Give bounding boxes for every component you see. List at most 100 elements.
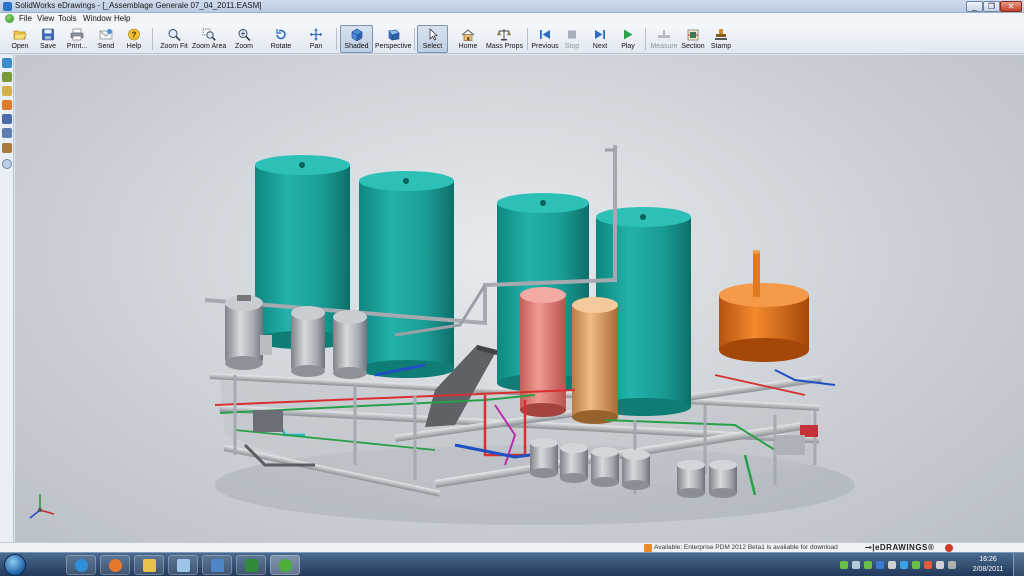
media-player-icon (109, 559, 122, 572)
section-button[interactable]: Section (680, 25, 706, 53)
edrawings-taskbar-icon (279, 559, 292, 572)
main-toolbar: Open Save Print... Send ? Help Zoom Fit … (0, 24, 1024, 54)
measure-button[interactable]: Measure (649, 25, 679, 53)
pink-tank (520, 287, 566, 417)
status-message[interactable]: Available: Enterprise PDM 2012 Beta1 is … (654, 544, 838, 551)
tray-icon[interactable] (864, 561, 872, 569)
zoom-area-button[interactable]: Zoom Area (191, 25, 227, 53)
markup-icon[interactable] (2, 100, 12, 110)
configurations-icon[interactable] (2, 72, 12, 82)
open-button[interactable]: Open (6, 25, 34, 53)
play-icon (624, 29, 633, 40)
taskbar-internet-explorer[interactable] (66, 555, 96, 575)
pan-icon (310, 28, 322, 41)
side-panel (0, 55, 14, 552)
toolbar-separator (527, 28, 528, 50)
next-button[interactable]: Next (587, 25, 613, 53)
3d-viewport[interactable] (15, 55, 1024, 552)
menu-help[interactable]: Help (114, 14, 130, 23)
start-button[interactable] (4, 554, 26, 576)
help-icon: ? (128, 28, 140, 41)
previous-button[interactable]: Previous (530, 25, 560, 53)
minimize-button[interactable]: _ (966, 1, 983, 12)
select-button[interactable]: Select (417, 25, 448, 53)
menu-tools[interactable]: Tools (58, 14, 77, 23)
tray-icon[interactable] (948, 561, 956, 569)
assembly-model[interactable] (15, 55, 1024, 552)
shaded-cube-icon (351, 28, 362, 41)
menu-view[interactable]: View (37, 14, 54, 23)
excel-icon (245, 559, 258, 572)
tray-icon[interactable] (924, 561, 932, 569)
play-button[interactable]: Play (615, 25, 641, 53)
window-title: SolidWorks eDrawings - [_Assemblage Gene… (15, 1, 262, 10)
perspective-button[interactable]: Perspective (374, 25, 412, 53)
save-button[interactable]: Save (34, 25, 62, 53)
home-button[interactable]: Home (454, 25, 482, 53)
rss-icon[interactable] (644, 544, 652, 552)
svg-text:?: ? (132, 31, 137, 40)
tray-icon[interactable] (912, 561, 920, 569)
perspective-icon (388, 29, 400, 41)
menu-bar: File View Tools Window Help (0, 13, 1024, 24)
help-button[interactable]: ? Help (120, 25, 148, 53)
edrawings-app-icon (3, 2, 12, 11)
steel-vessel-1 (225, 295, 263, 370)
send-button[interactable]: Send (92, 25, 120, 53)
taskbar-media-player[interactable] (100, 555, 130, 575)
rotate-button[interactable]: Rotate (266, 25, 296, 53)
status-bar: Available: Enterprise PDM 2012 Beta1 is … (0, 542, 1024, 552)
previous-icon (540, 30, 550, 39)
section-icon (687, 29, 699, 41)
edrawings-logo-icon[interactable] (5, 14, 14, 23)
tray-icon[interactable] (852, 561, 860, 569)
toolbar-separator (336, 28, 337, 50)
tray-volume-icon[interactable] (936, 561, 944, 569)
toolbar-separator (645, 28, 646, 50)
open-folder-icon (13, 30, 27, 40)
callout-icon[interactable] (2, 114, 12, 124)
tray-icon[interactable] (900, 561, 908, 569)
title-bar: SolidWorks eDrawings - [_Assemblage Gene… (0, 0, 1024, 13)
mass-props-icon (497, 29, 511, 41)
taskbar-edrawings[interactable] (270, 555, 300, 575)
menu-window[interactable]: Window (83, 14, 111, 23)
components-icon[interactable] (2, 58, 12, 68)
zoom-area-icon (202, 28, 216, 41)
print-button[interactable]: Print... (62, 25, 92, 53)
taskbar-app-grid[interactable] (202, 555, 232, 575)
system-clock[interactable]: 16:26 2/08/2011 (968, 555, 1008, 575)
tray-icon[interactable] (888, 561, 896, 569)
sheets-icon[interactable] (2, 86, 12, 96)
pan-button[interactable]: Pan (301, 25, 331, 53)
expand-icon[interactable] (2, 159, 12, 169)
shaded-button[interactable]: Shaded (340, 25, 373, 53)
clock-date: 2/08/2011 (972, 566, 1004, 573)
taskbar-excel[interactable] (236, 555, 266, 575)
tray-network-icon[interactable] (840, 561, 848, 569)
restore-button[interactable]: ❐ (983, 1, 1000, 12)
layers-icon[interactable] (2, 128, 12, 138)
stop-button[interactable]: Stop (560, 25, 584, 53)
help-circle-icon[interactable] (945, 544, 953, 552)
stamp-panel-icon[interactable] (2, 143, 12, 153)
internet-explorer-icon (75, 559, 88, 572)
edrawings-brand-logo: ⊸|eDRAWINGS® (865, 543, 935, 552)
menu-file[interactable]: File (19, 14, 32, 23)
tray-icon[interactable] (876, 561, 884, 569)
taskbar-windows-explorer[interactable] (168, 555, 198, 575)
control-box (253, 410, 283, 432)
folder-icon (143, 559, 156, 572)
mass-props-button[interactable]: Mass Props (485, 25, 523, 53)
tan-tank (572, 297, 618, 424)
next-icon (595, 30, 605, 39)
silo-2 (359, 171, 454, 378)
show-desktop-button[interactable] (1013, 553, 1024, 576)
zoom-button[interactable]: Zoom (229, 25, 259, 53)
zoom-fit-button[interactable]: Zoom Fit (157, 25, 191, 53)
close-button[interactable]: ✕ (1000, 1, 1022, 12)
app-grid-icon (211, 559, 224, 572)
taskbar-folder[interactable] (134, 555, 164, 575)
stamp-button[interactable]: Stamp (707, 25, 735, 53)
toolbar-separator (414, 28, 415, 50)
